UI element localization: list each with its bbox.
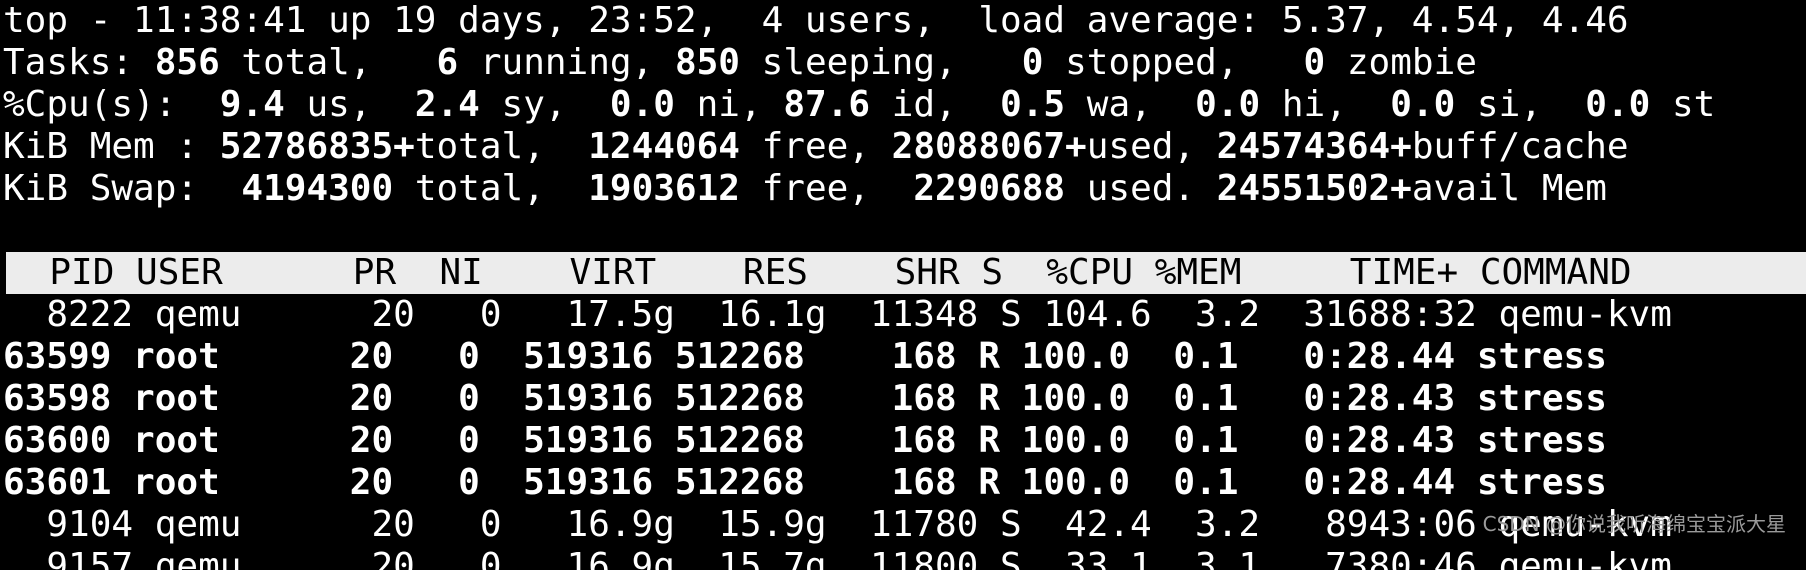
cpu-hi-label: hi, (1260, 84, 1391, 125)
mem-buff: 24574364+ (1216, 126, 1412, 167)
mem-line: KiB Mem : 52786835+total, 1244064 free, … (3, 126, 1806, 168)
mem-used-label: used, (1086, 126, 1217, 167)
tasks-zombie: 0 (1303, 42, 1326, 83)
process-row[interactable]: 9157 qemu 20 0 16.9g 15.7g 11800 S 33.1 … (3, 546, 1806, 570)
mem-free-label: free, (739, 126, 892, 167)
cpu-wa-label: wa, (1065, 84, 1196, 125)
swap-avail: 24551502+ (1216, 168, 1412, 209)
cpu-ni: 0.0 (609, 84, 675, 125)
cpu-prefix: %Cpu(s): (3, 84, 220, 125)
swap-prefix: KiB Swap: (3, 168, 242, 209)
tasks-sleeping-label: sleeping, (739, 42, 1022, 83)
cpu-hi: 0.0 (1195, 84, 1261, 125)
mem-total-label: total, (414, 126, 589, 167)
swap-used-label: used. (1065, 168, 1217, 209)
tasks-stopped: 0 (1021, 42, 1044, 83)
swap-total: 4194300 (241, 168, 394, 209)
cpu-us-label: us, (284, 84, 415, 125)
cpu-sy-label: sy, (479, 84, 610, 125)
process-row[interactable]: 63599 root 20 0 519316 512268 168 R 100.… (3, 336, 1806, 378)
cpu-line: %Cpu(s): 9.4 us, 2.4 sy, 0.0 ni, 87.6 id… (3, 84, 1806, 126)
tasks-sleeping: 850 (674, 42, 740, 83)
mem-used: 28088067+ (891, 126, 1087, 167)
cpu-si-label: si, (1455, 84, 1586, 125)
tasks-total: 856 (154, 42, 220, 83)
tasks-line: Tasks: 856 total, 6 running, 850 sleepin… (3, 42, 1806, 84)
cpu-us: 9.4 (219, 84, 285, 125)
cpu-wa: 0.5 (1000, 84, 1066, 125)
swap-free: 1903612 (588, 168, 740, 209)
mem-prefix: KiB Mem : (3, 126, 220, 167)
swap-avail-label: avail Mem (1411, 168, 1607, 209)
uptime-line: top - 11:38:41 up 19 days, 23:52, 4 user… (3, 0, 1629, 41)
cpu-ni-label: ni, (674, 84, 784, 125)
process-row[interactable]: 63598 root 20 0 519316 512268 168 R 100.… (3, 378, 1806, 420)
process-row[interactable]: 63601 root 20 0 519316 512268 168 R 100.… (3, 462, 1806, 504)
tasks-stopped-label: stopped, (1043, 42, 1304, 83)
cpu-st-label: st (1650, 84, 1716, 125)
tasks-running-label: running, (458, 42, 675, 83)
cpu-id: 87.6 (783, 84, 871, 125)
cpu-sy: 2.4 (414, 84, 480, 125)
tasks-total-label: total, (219, 42, 437, 83)
cpu-id-label: id, (870, 84, 1001, 125)
mem-total: 52786835+ (219, 126, 415, 167)
process-table-header[interactable]: PID USER PR NI VIRT RES SHR S %CPU %MEM … (6, 252, 1806, 294)
process-row[interactable]: 8222 qemu 20 0 17.5g 16.1g 11348 S 104.6… (3, 294, 1806, 336)
tasks-zombie-label: zombie (1325, 42, 1477, 83)
swap-total-label: total, (393, 168, 589, 209)
swap-used: 2290688 (913, 168, 1066, 209)
cpu-st: 0.0 (1585, 84, 1651, 125)
mem-buff-label: buff/cache (1411, 126, 1629, 167)
swap-line: KiB Swap: 4194300 total, 1903612 free, 2… (3, 168, 1806, 210)
terminal-window[interactable]: top - 11:38:41 up 19 days, 23:52, 4 user… (3, 0, 1806, 570)
cpu-si: 0.0 (1390, 84, 1456, 125)
process-row[interactable]: 63600 root 20 0 519316 512268 168 R 100.… (3, 420, 1806, 462)
tasks-running: 6 (436, 42, 459, 83)
tasks-prefix: Tasks: (3, 42, 155, 83)
mem-free: 1244064 (588, 126, 740, 167)
watermark: CSDN @你说我听海绵宝宝派大星 (1482, 512, 1786, 536)
swap-free-label: free, (739, 168, 914, 209)
